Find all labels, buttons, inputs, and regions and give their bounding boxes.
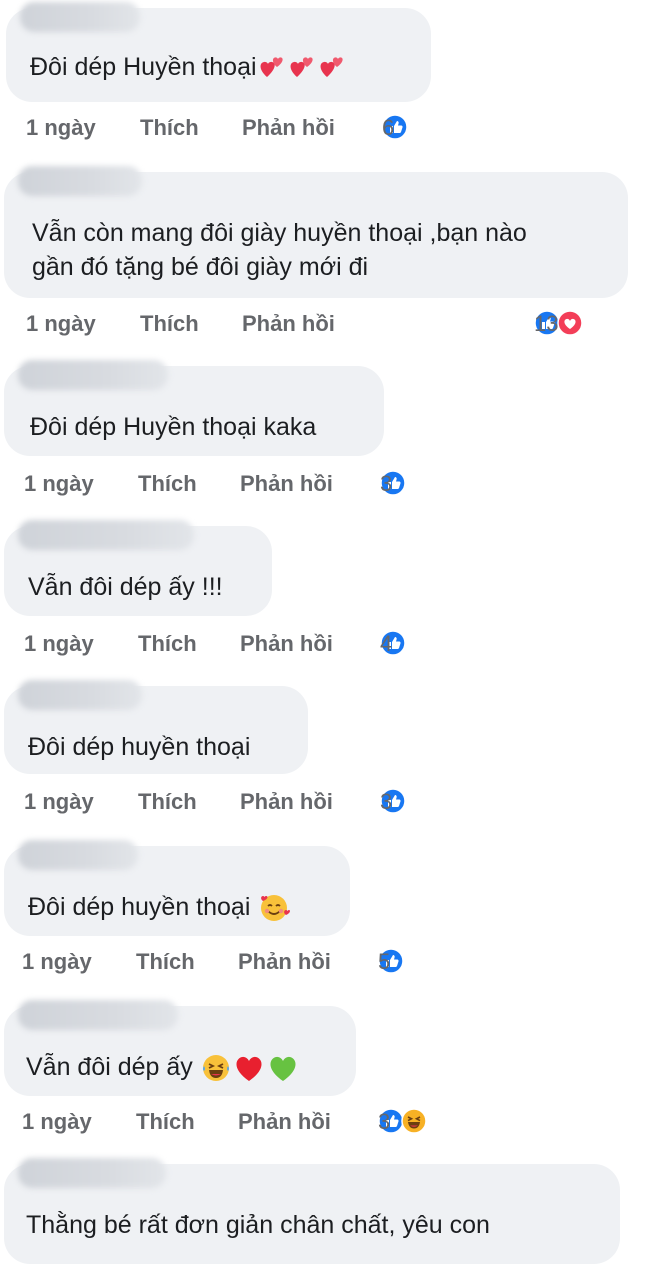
reply-link[interactable]: Phản hồi [240, 470, 333, 498]
reaction-count: 4 [380, 631, 393, 656]
reaction-count: 3 [380, 471, 393, 496]
comment-bubble: Vẫn đôi dép ấy [4, 1000, 356, 1096]
commenter-name-blurred[interactable] [18, 166, 142, 196]
comment-item: Thằng bé rất đơn giản chân chất, yêu con [0, 1158, 620, 1264]
comment-item: Đôi dép Huyền thoại 1 ngày Thích Phản hồ… [0, 2, 431, 140]
reaction-summary[interactable]: 3 [380, 470, 406, 496]
comment-bubble: Đôi dép Huyền thoại kaka [4, 360, 384, 456]
comment-text-line: gần đó tặng bé đôi giày mới đi [32, 253, 369, 281]
reaction-summary[interactable]: 4 [380, 630, 406, 656]
red-heart-icon [236, 1057, 262, 1082]
like-link[interactable]: Thích [140, 310, 199, 338]
commenter-name-blurred[interactable] [18, 520, 194, 550]
reaction-summary[interactable]: 5 [378, 948, 404, 974]
comment-bubble: Vẫn còn mang đôi giày huyền thoại ,bạn n… [4, 166, 628, 298]
reaction-summary[interactable]: 13 [534, 310, 583, 336]
commenter-name-blurred[interactable] [18, 1158, 166, 1188]
comment-time[interactable]: 1 ngày [24, 788, 94, 816]
reply-link[interactable]: Phản hồi [240, 788, 333, 816]
haha-reaction-icon [401, 1108, 427, 1134]
comment-time[interactable]: 1 ngày [22, 1108, 92, 1136]
comment-text: Đôi dép huyền thoại [28, 893, 251, 921]
comment-text: Thằng bé rất đơn giản chân chất, yêu con [26, 1211, 490, 1239]
reply-link[interactable]: Phản hồi [242, 310, 335, 338]
comment-text: Vẫn đôi dép ấy !!! [28, 573, 223, 601]
reply-link[interactable]: Phản hồi [238, 948, 331, 976]
heart-pair-emoji [290, 57, 313, 78]
comment-item: Đôi dép huyền thoại 1 ngày Thích Phản hồ… [0, 680, 406, 814]
commenter-name-blurred[interactable] [18, 1000, 178, 1030]
like-link[interactable]: Thích [138, 788, 197, 816]
like-link[interactable]: Thích [136, 948, 195, 976]
comment-text: Đôi dép Huyền thoại [30, 53, 257, 81]
comment-bubble: Đôi dép huyền thoại [4, 840, 350, 936]
comment-actions: 1 ngày Thích Phản hồi 3 [22, 1108, 482, 1136]
comment-item: Vẫn đôi dép ấy 1 ngày Thích Phản hồi 3 [0, 1000, 427, 1134]
commenter-name-blurred[interactable] [18, 680, 142, 710]
reaction-count: 3 [378, 1109, 391, 1134]
comment-text: Vẫn đôi dép ấy [26, 1053, 193, 1081]
comment-actions: 1 ngày Thích Phản hồi 13 [26, 310, 636, 338]
comment-text: Đôi dép Huyền thoại kaka [30, 413, 317, 441]
comment-bubble: Đôi dép Huyền thoại [6, 2, 431, 102]
comment-actions: 1 ngày Thích Phản hồi 3 [24, 470, 444, 498]
comment-item: Vẫn còn mang đôi giày huyền thoại ,bạn n… [0, 166, 628, 336]
comment-time[interactable]: 1 ngày [22, 948, 92, 976]
reply-link[interactable]: Phản hồi [242, 114, 335, 142]
commenter-name-blurred[interactable] [18, 840, 138, 870]
comment-actions: 1 ngày Thích Phản hồi 6 [26, 114, 446, 142]
heart-pair-emoji [260, 57, 283, 78]
comment-actions: 1 ngày Thích Phản hồi 4 [24, 630, 444, 658]
reaction-summary[interactable]: 3 [378, 1108, 427, 1134]
reaction-summary[interactable]: 3 [380, 788, 406, 814]
comment-actions: 1 ngày Thích Phản hồi 3 [24, 788, 444, 816]
comment-time[interactable]: 1 ngày [26, 310, 96, 338]
like-link[interactable]: Thích [138, 630, 197, 658]
heart-pair-emoji [320, 57, 343, 78]
reaction-count: 3 [380, 789, 393, 814]
comment-time[interactable]: 1 ngày [26, 114, 96, 142]
comment-time[interactable]: 1 ngày [24, 630, 94, 658]
commenter-name-blurred[interactable] [20, 2, 140, 32]
comment-text-line: Vẫn còn mang đôi giày huyền thoại ,bạn n… [32, 219, 527, 247]
comment-actions: 1 ngày Thích Phản hồi 5 [22, 948, 442, 976]
comment-bubble: Thằng bé rất đơn giản chân chất, yêu con [4, 1158, 620, 1264]
comment-text: Đôi dép huyền thoại [28, 733, 251, 761]
smiling-face-with-hearts-icon [261, 895, 291, 922]
reaction-count: 5 [378, 949, 391, 974]
comment-item: Vẫn đôi dép ấy !!! 1 ngày Thích Phản hồi… [0, 520, 406, 656]
reaction-summary[interactable]: 6 [382, 114, 408, 140]
reply-link[interactable]: Phản hồi [240, 630, 333, 658]
reply-link[interactable]: Phản hồi [238, 1108, 331, 1136]
comment-item: Đôi dép huyền thoại 1 ngày Thích Phản hồ… [0, 840, 404, 974]
reaction-count: 13 [534, 311, 559, 336]
green-heart-icon [270, 1057, 296, 1082]
comment-time[interactable]: 1 ngày [24, 470, 94, 498]
reaction-count: 6 [382, 115, 395, 140]
like-link[interactable]: Thích [138, 470, 197, 498]
love-reaction-icon [557, 310, 583, 336]
comment-bubble: Vẫn đôi dép ấy !!! [4, 520, 272, 616]
comment-item: Đôi dép Huyền thoại kaka 1 ngày Thích Ph… [0, 360, 406, 496]
like-link[interactable]: Thích [136, 1108, 195, 1136]
commenter-name-blurred[interactable] [18, 360, 168, 390]
laughing-face-icon [202, 1055, 229, 1082]
like-link[interactable]: Thích [140, 114, 199, 142]
comment-bubble: Đôi dép huyền thoại [4, 680, 308, 774]
